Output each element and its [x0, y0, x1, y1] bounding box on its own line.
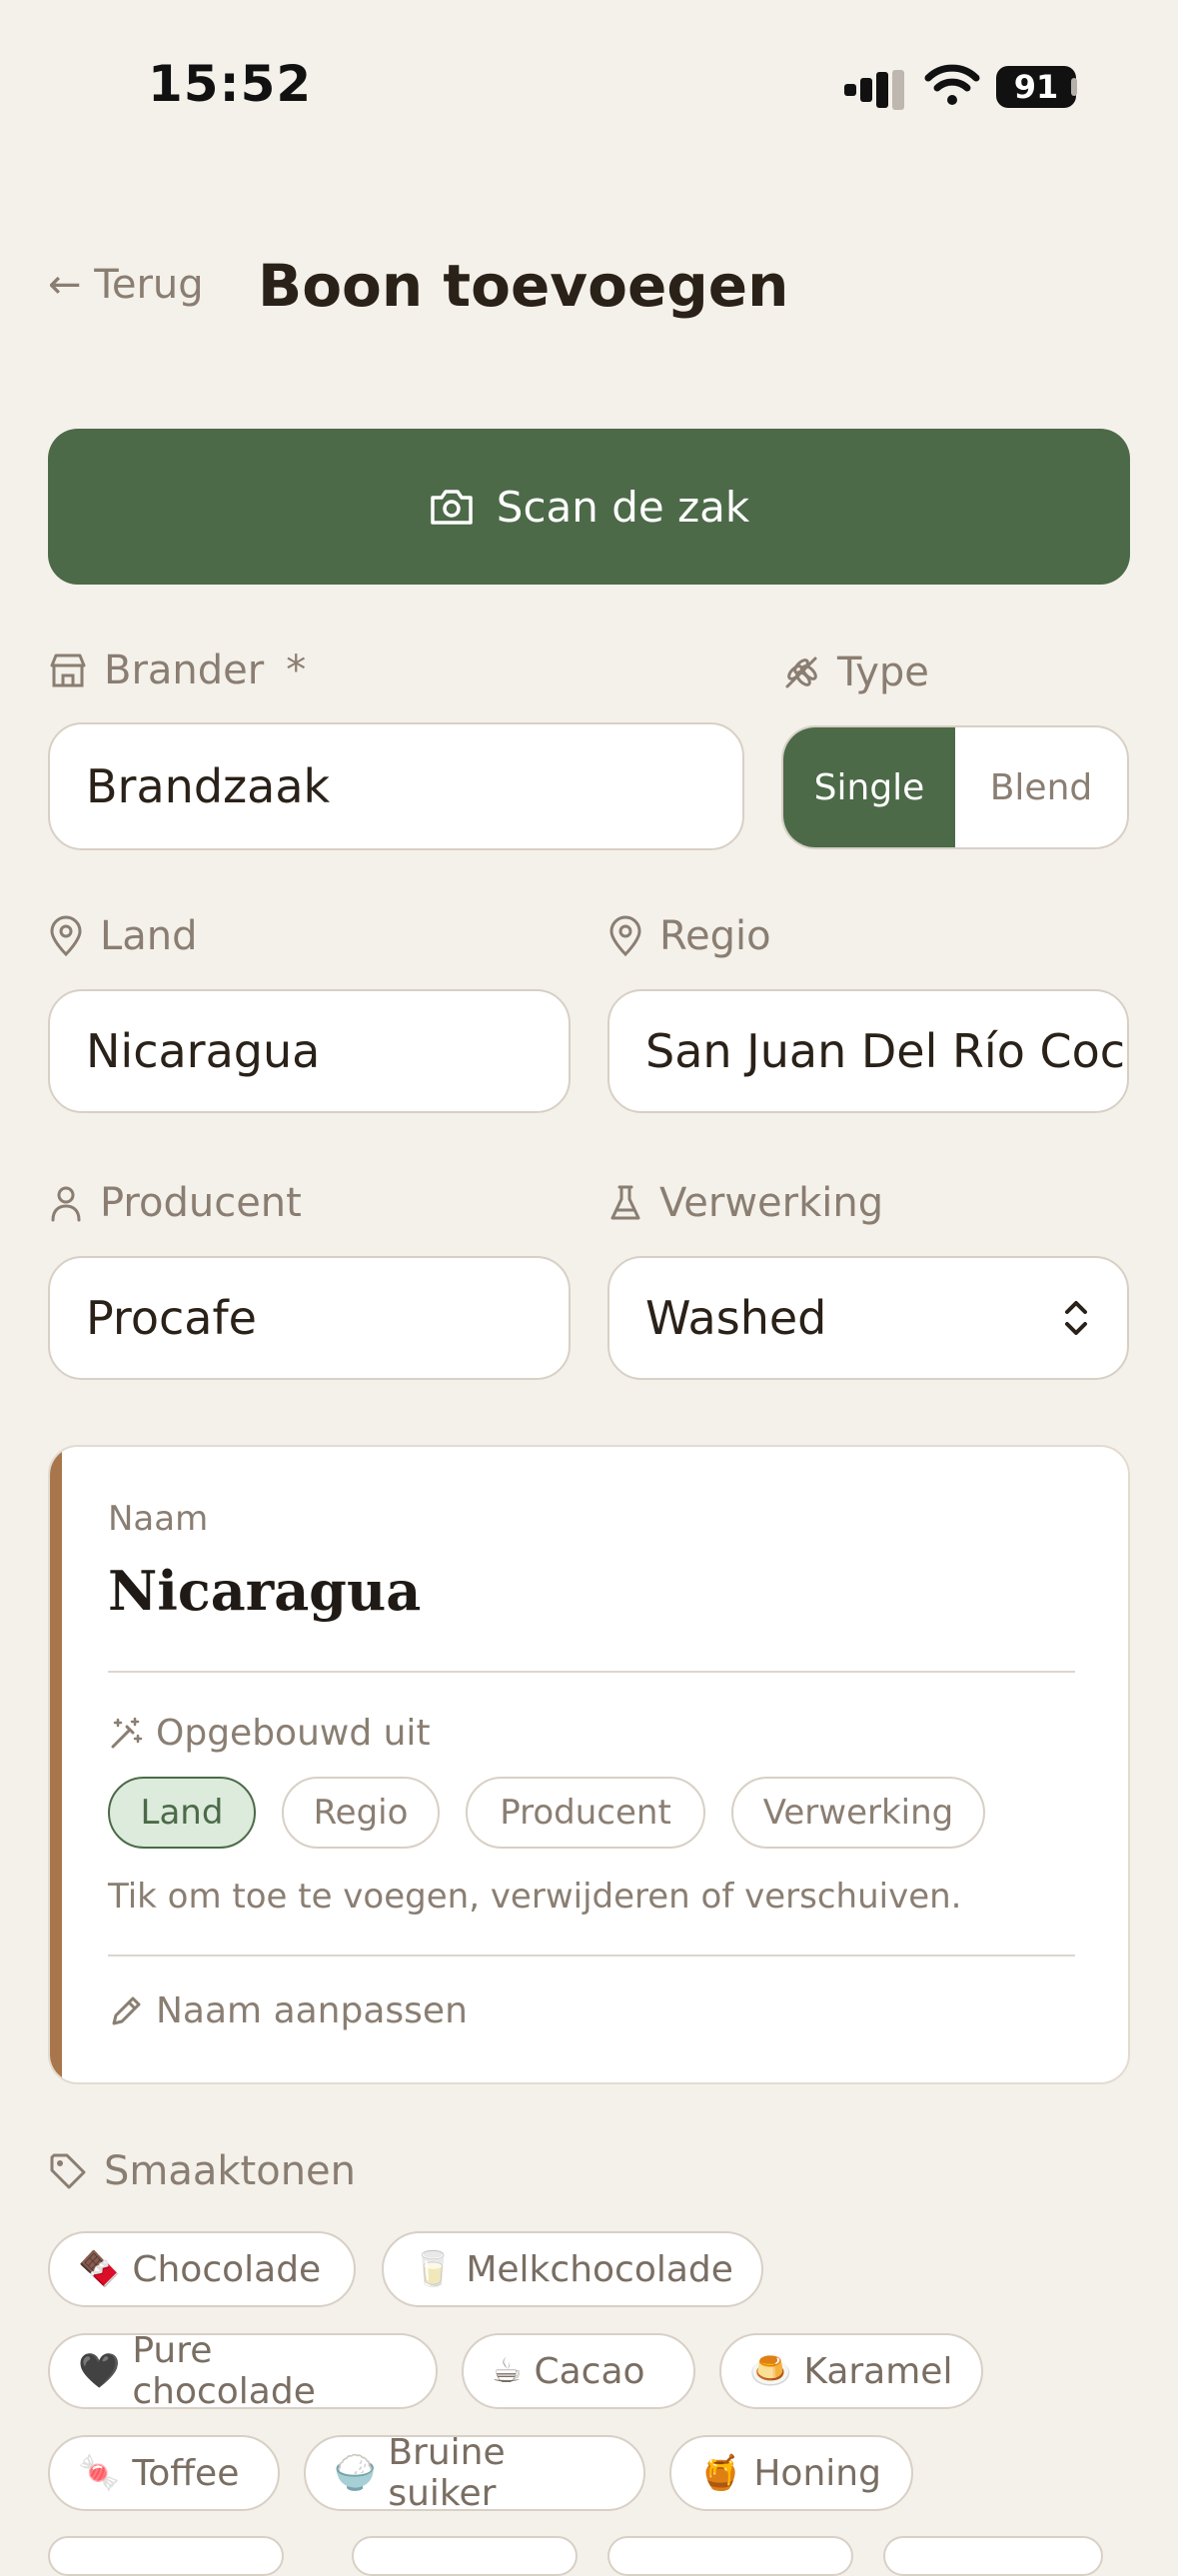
producent-label-row: Producent	[48, 1180, 302, 1226]
flavor-tag-toffee[interactable]: 🍬 Toffee	[48, 2435, 280, 2511]
divider	[108, 1671, 1075, 1673]
back-button[interactable]: ← Terug	[48, 262, 204, 308]
hot-beverage-icon: ☕	[492, 2351, 523, 2391]
scan-bag-button[interactable]: Scan de zak	[48, 429, 1130, 585]
flavor-tag-chocolade[interactable]: 🍫 Chocolade	[48, 2231, 356, 2307]
store-icon	[50, 653, 86, 687]
edit-name-label: Naam aanpassen	[156, 1990, 468, 2031]
flavor-tag-label: Chocolade	[132, 2248, 322, 2290]
type-label: Type	[837, 649, 929, 695]
flavor-tag-label: Toffee	[132, 2452, 240, 2494]
naam-label: Naam	[108, 1499, 209, 1539]
producent-input[interactable]: Procafe	[48, 1256, 571, 1380]
black-heart-icon: 🖤	[78, 2351, 121, 2391]
magic-wand-icon	[111, 1717, 143, 1748]
producent-label: Producent	[100, 1180, 302, 1226]
pencil-icon	[112, 1996, 141, 2024]
land-input[interactable]: Nicaragua	[48, 989, 571, 1113]
name-chip-land[interactable]: Land	[108, 1777, 256, 1849]
name-chip-verwerking[interactable]: Verwerking	[731, 1777, 985, 1849]
flavor-tag-label: Karamel	[803, 2350, 953, 2392]
divider	[108, 1954, 1075, 1956]
flavor-tag-pure-chocolade[interactable]: 🖤 Pure chocolade	[48, 2330, 438, 2412]
rice-bowl-icon: 🍚	[334, 2453, 377, 2493]
flavor-tag-label: Pure chocolade	[132, 2330, 316, 2412]
flavor-tag-melkchocolade[interactable]: 🥛 Melkchocolade	[382, 2231, 763, 2307]
verwerking-value: Washed	[645, 1291, 827, 1345]
regio-input[interactable]: San Juan Del Río Coco	[607, 989, 1129, 1113]
select-chevrons-icon	[1065, 1301, 1087, 1335]
camera-icon	[431, 490, 473, 525]
land-label-row: Land	[48, 913, 198, 959]
flavor-tag-bruine-suiker[interactable]: 🍚 Bruine suiker	[304, 2432, 645, 2514]
battery-tip	[1071, 78, 1077, 96]
card-accent-bar	[50, 1447, 62, 2082]
tag-icon	[50, 2153, 86, 2189]
name-chip-producent[interactable]: Producent	[466, 1777, 705, 1849]
cellular-signal-icon	[844, 70, 904, 110]
person-icon	[51, 1186, 81, 1222]
flask-icon	[610, 1185, 640, 1220]
scan-bag-label: Scan de zak	[496, 482, 750, 532]
built-from-label: Opgebouwd uit	[156, 1713, 431, 1754]
smaaktonen-label-row: Smaaktonen	[48, 2148, 356, 2194]
type-option-single[interactable]: Single	[783, 727, 955, 847]
page-title: Boon toevoegen	[258, 252, 789, 320]
flavor-tag-karamel[interactable]: 🍮 Karamel	[719, 2333, 983, 2409]
flavor-tag-label: Cacao	[534, 2350, 645, 2392]
flavor-tag-partial[interactable]	[48, 2536, 284, 2576]
naam-card: Naam Nicaragua Opgebouwd uit Land Regio …	[48, 1445, 1130, 2084]
regio-label: Regio	[659, 913, 771, 959]
flavor-tag-label: Melkchocolade	[466, 2248, 733, 2290]
brander-input[interactable]: Brandzaak	[48, 722, 744, 850]
brander-label-row: Brander *	[48, 647, 306, 693]
map-pin-icon	[50, 915, 82, 957]
regio-label-row: Regio	[607, 913, 771, 959]
verwerking-label: Verwerking	[659, 1180, 884, 1226]
flavor-tag-honing[interactable]: 🍯 Honing	[669, 2435, 913, 2511]
flavor-tag-partial[interactable]	[607, 2536, 853, 2576]
land-label: Land	[100, 913, 198, 959]
type-option-blend[interactable]: Blend	[955, 727, 1127, 847]
name-hint-text: Tik om toe te voegen, verwijderen of ver…	[108, 1877, 962, 1917]
candy-icon: 🍬	[78, 2453, 121, 2493]
verwerking-select[interactable]: Washed	[607, 1256, 1129, 1380]
naam-value: Nicaragua	[108, 1559, 422, 1623]
edit-name-button[interactable]: Naam aanpassen	[108, 1990, 468, 2031]
wifi-icon	[924, 64, 980, 105]
honey-pot-icon: 🍯	[699, 2453, 742, 2493]
built-from-row: Opgebouwd uit	[108, 1713, 431, 1754]
brander-label: Brander	[104, 647, 265, 693]
required-mark: *	[286, 647, 307, 693]
verwerking-label-row: Verwerking	[607, 1180, 883, 1226]
map-pin-icon	[609, 915, 641, 957]
type-label-row: Type	[781, 649, 929, 695]
flavor-tag-label: Honing	[753, 2452, 881, 2494]
chocolate-bar-icon: 🍫	[78, 2249, 121, 2289]
name-chip-regio[interactable]: Regio	[282, 1777, 440, 1849]
flavor-tag-partial[interactable]	[352, 2536, 578, 2576]
flavor-tag-label: Bruine suiker	[388, 2432, 506, 2514]
flavor-tag-partial[interactable]	[883, 2536, 1103, 2576]
battery-indicator: 91	[996, 66, 1076, 108]
type-segmented-control: Single Blend	[781, 725, 1129, 849]
status-time: 15:52	[148, 55, 313, 113]
milk-glass-icon: 🥛	[412, 2249, 455, 2289]
wheat-icon	[785, 656, 817, 688]
flavor-tag-cacao[interactable]: ☕ Cacao	[462, 2333, 695, 2409]
custard-icon: 🍮	[749, 2351, 792, 2391]
smaaktonen-label: Smaaktonen	[104, 2148, 357, 2194]
